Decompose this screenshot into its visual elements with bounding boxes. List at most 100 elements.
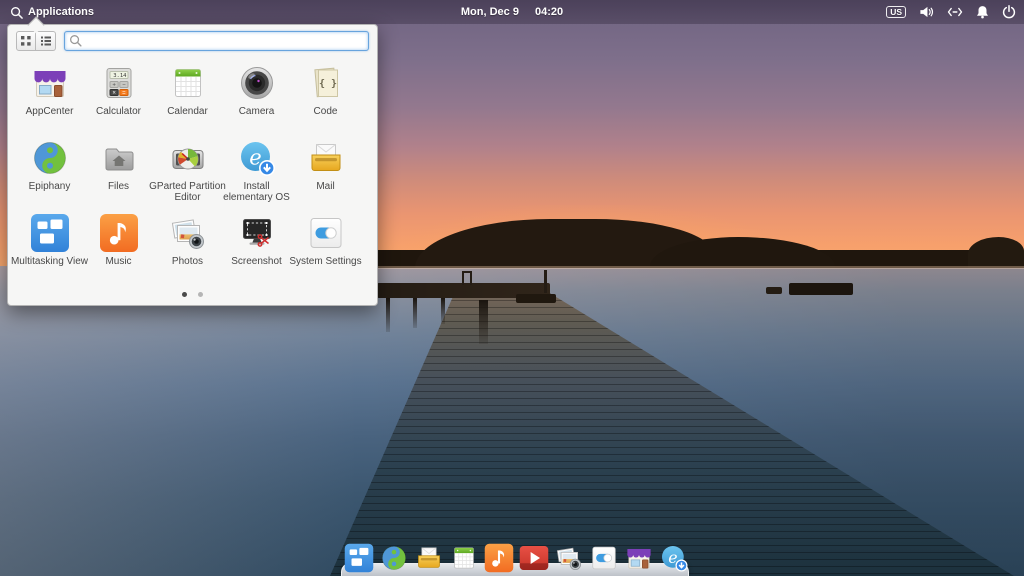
mail-icon	[414, 543, 444, 573]
notifications-icon[interactable]	[976, 5, 989, 19]
app-item-epiphany[interactable]: Epiphany	[15, 134, 84, 209]
grid-view-button[interactable]	[16, 31, 36, 51]
photos-icon	[168, 213, 208, 253]
app-grid: AppCenter 3.14 + − × = Calculator Calendar Camer…	[8, 55, 377, 284]
app-item-install-elementary-os[interactable]: e Install elementary OS	[222, 134, 291, 209]
applications-menu-button[interactable]: Applications	[0, 0, 104, 24]
panel-date: Mon, Dec 9	[460, 6, 519, 18]
app-item-photos[interactable]: Photos	[153, 209, 222, 284]
power-icon[interactable]	[1002, 5, 1016, 19]
app-item-system-settings[interactable]: System Settings	[289, 209, 362, 284]
wallpaper-pier-post	[479, 300, 488, 344]
app-label-install-elementary-os: Install elementary OS	[223, 181, 290, 203]
dock-item-appcenter[interactable]	[624, 543, 654, 573]
calendar-icon	[168, 63, 208, 103]
music-icon	[99, 213, 139, 253]
page-dot-1[interactable]	[182, 292, 187, 297]
search-icon	[69, 34, 82, 52]
install-elementary-icon: e	[659, 543, 689, 573]
calendar-icon	[449, 543, 479, 573]
svg-text:=: =	[122, 91, 126, 97]
view-toggle	[16, 31, 56, 51]
app-label-calendar: Calendar	[167, 106, 208, 117]
svg-text:{ }: { }	[318, 79, 336, 90]
dock-item-calendar[interactable]	[449, 543, 479, 573]
music-icon	[484, 543, 514, 573]
app-item-screenshot[interactable]: Screenshot	[222, 209, 291, 284]
app-label-photos: Photos	[171, 256, 204, 267]
app-item-gparted-partition-editor[interactable]: GParted Partition Editor	[149, 134, 226, 209]
app-label-gparted-partition-editor: GParted Partition Editor	[149, 181, 226, 203]
keyboard-layout-indicator[interactable]: US	[886, 5, 906, 19]
network-icon[interactable]	[947, 6, 963, 18]
calculator-icon: 3.14 + − × =	[99, 63, 139, 103]
svg-text:+: +	[112, 83, 116, 89]
svg-text:×: ×	[112, 91, 116, 97]
dock-item-settings[interactable]	[589, 543, 619, 573]
app-label-epiphany: Epiphany	[28, 181, 71, 192]
code-icon: { }	[306, 63, 346, 103]
install-elementary-icon: e	[237, 138, 277, 178]
wallpaper-pier-ladder	[462, 271, 472, 285]
app-label-appcenter: AppCenter	[25, 106, 74, 117]
app-item-files[interactable]: Files	[84, 134, 153, 209]
appcenter-icon	[30, 63, 70, 103]
app-item-camera[interactable]: Camera	[222, 59, 291, 134]
app-item-code[interactable]: { } Code	[291, 59, 360, 134]
camera-icon	[237, 63, 277, 103]
dock-item-install-elementary[interactable]: e	[659, 543, 689, 573]
app-item-music[interactable]: Music	[84, 209, 153, 284]
wallpaper-pier-rail	[544, 270, 547, 293]
dock-item-music[interactable]	[484, 543, 514, 573]
dock-item-videos[interactable]	[519, 543, 549, 573]
dock-icons: e	[344, 543, 689, 573]
photos-icon	[554, 543, 584, 573]
dock-item-mail[interactable]	[414, 543, 444, 573]
volume-icon[interactable]	[919, 5, 934, 19]
app-label-screenshot: Screenshot	[231, 256, 282, 267]
svg-text:−: −	[122, 83, 126, 89]
clock-indicator[interactable]: Mon, Dec 9 04:20	[0, 6, 1024, 18]
search-input[interactable]	[64, 31, 369, 51]
search-icon	[10, 6, 23, 19]
dock-item-epiphany[interactable]	[379, 543, 409, 573]
app-item-calculator[interactable]: 3.14 + − × = Calculator	[84, 59, 153, 134]
app-label-files: Files	[107, 181, 130, 192]
list-view-button[interactable]	[36, 31, 56, 51]
top-panel: Applications Mon, Dec 9 04:20 US	[0, 0, 1024, 24]
dock-item-photos[interactable]	[554, 543, 584, 573]
launcher-header	[8, 25, 377, 55]
epiphany-icon	[30, 138, 70, 178]
wallpaper-horizon	[378, 266, 1024, 269]
epiphany-icon	[379, 543, 409, 573]
app-label-code: Code	[313, 106, 338, 117]
panel-status-area: US	[886, 0, 1024, 24]
settings-icon	[589, 543, 619, 573]
settings-icon	[306, 213, 346, 253]
screenshot-icon	[237, 213, 277, 253]
wallpaper-pontoon-small	[766, 287, 782, 294]
app-item-calendar[interactable]: Calendar	[153, 59, 222, 134]
gparted-icon	[168, 138, 208, 178]
wallpaper-pier-post	[386, 298, 390, 332]
desktop-screen: Applications Mon, Dec 9 04:20 US AppCent…	[0, 0, 1024, 576]
files-icon	[99, 138, 139, 178]
app-item-mail[interactable]: Mail	[291, 134, 360, 209]
page-dot-2[interactable]	[198, 292, 203, 297]
wallpaper-tree-edge	[968, 237, 1024, 268]
app-label-music: Music	[105, 256, 132, 267]
app-label-multitasking-view: Multitasking View	[10, 256, 89, 267]
page-indicator[interactable]	[8, 292, 377, 297]
app-label-camera: Camera	[238, 106, 275, 117]
applications-label: Applications	[28, 6, 95, 18]
app-item-multitasking-view[interactable]: Multitasking View	[11, 209, 88, 284]
app-item-appcenter[interactable]: AppCenter	[15, 59, 84, 134]
mail-icon	[306, 138, 346, 178]
wallpaper-pier-post	[441, 298, 445, 324]
dock-item-multitasking[interactable]	[344, 543, 374, 573]
wallpaper-pontoon	[789, 283, 853, 295]
applications-launcher: AppCenter 3.14 + − × = Calculator Calendar Camer…	[7, 24, 378, 306]
app-label-system-settings: System Settings	[289, 256, 362, 267]
app-label-calculator: Calculator	[95, 106, 142, 117]
app-label-mail: Mail	[316, 181, 335, 192]
